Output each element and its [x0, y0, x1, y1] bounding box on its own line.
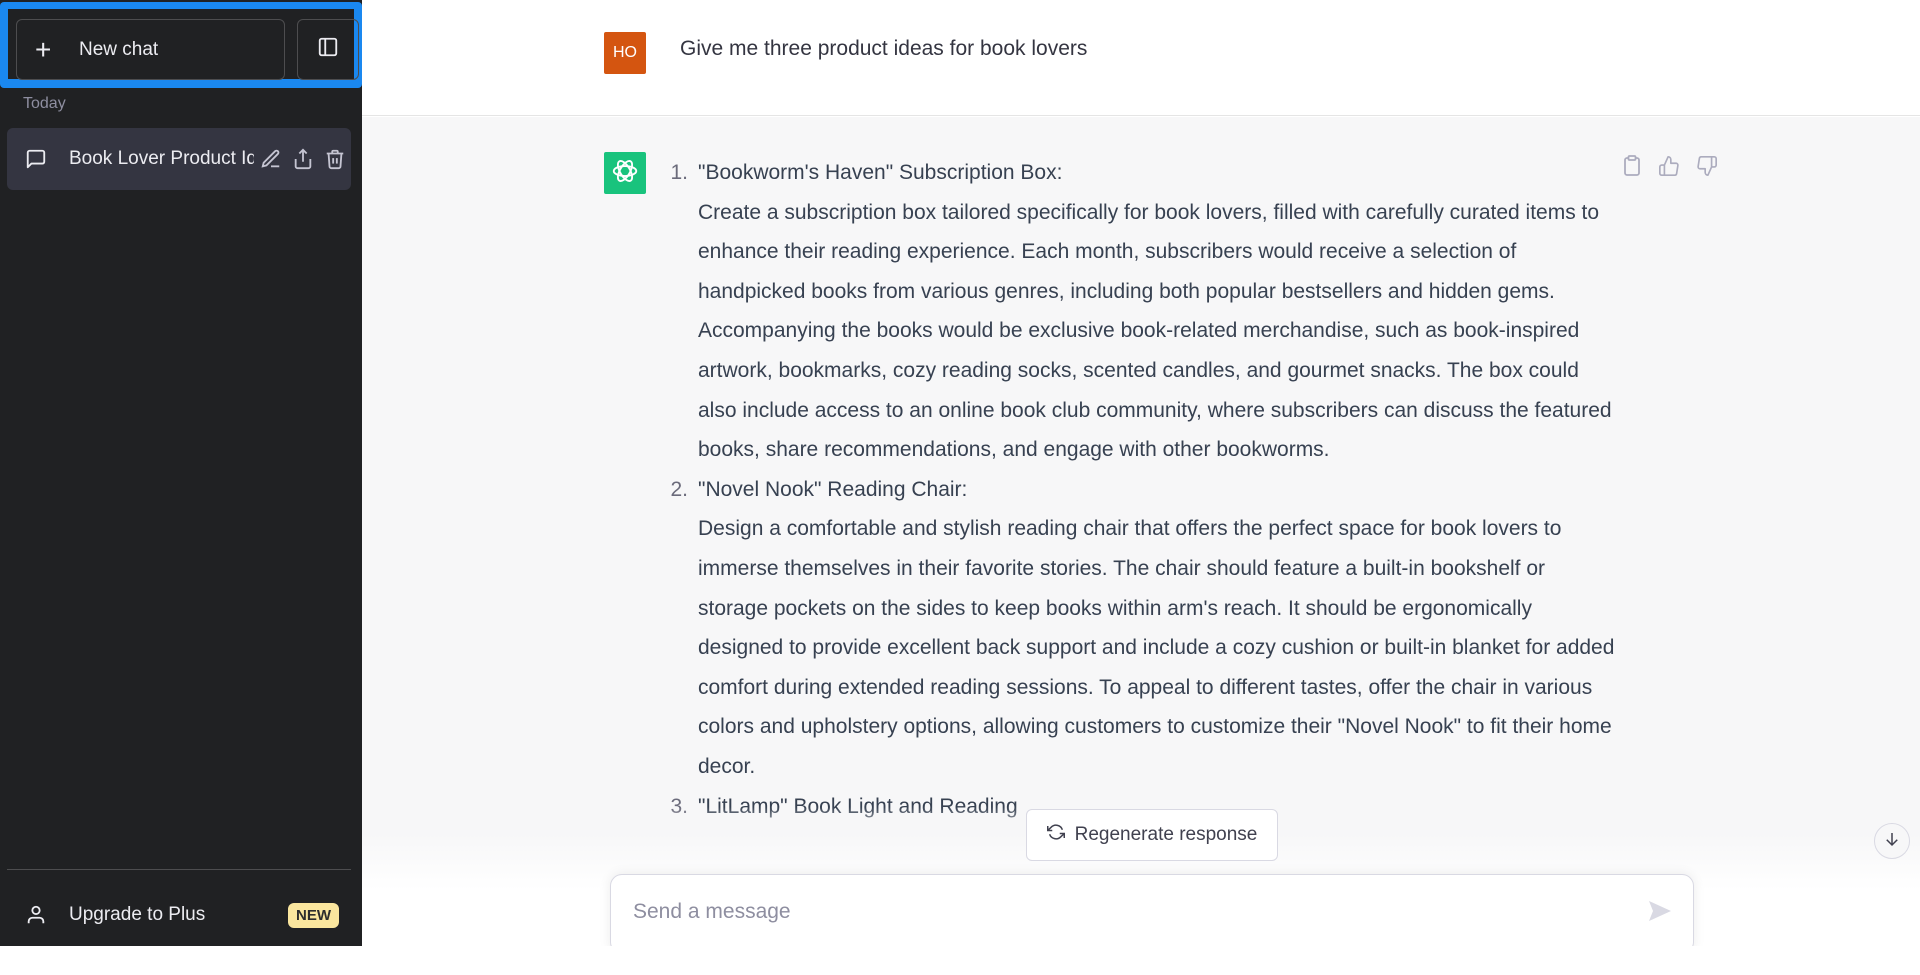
message-composer — [610, 874, 1694, 954]
plus-icon: + — [35, 36, 59, 64]
upgrade-label: Upgrade to Plus — [69, 904, 205, 926]
upgrade-to-plus-button[interactable]: Upgrade to Plus NEW — [7, 890, 351, 940]
item-title: "Bookworm's Haven" Subscription Box: — [698, 153, 1618, 193]
thumbs-down-icon[interactable] — [1696, 155, 1718, 177]
sidebar-divider — [7, 869, 351, 870]
conversation-pane: HO Give me three product ideas for book … — [362, 0, 1920, 946]
page-bottom-area — [0, 946, 1920, 975]
user-icon — [25, 904, 49, 926]
openai-logo-icon — [610, 156, 640, 191]
sidebar-toggle-icon — [317, 36, 339, 63]
assistant-avatar — [604, 152, 646, 194]
item-text: Design a comfortable and stylish reading… — [698, 509, 1618, 786]
sidebar-top-bar: + New chat — [8, 9, 354, 79]
message-actions — [1622, 155, 1718, 177]
sidebar: + New chat Today Book Lover Product Idea… — [0, 0, 362, 946]
scroll-to-bottom-button[interactable] — [1874, 823, 1910, 859]
new-chat-label: New chat — [79, 39, 158, 61]
trash-icon[interactable] — [324, 148, 346, 170]
chat-bubble-icon — [25, 148, 49, 170]
send-icon — [1647, 899, 1673, 923]
history-item-title: Book Lover Product Ideas — [69, 148, 254, 170]
user-message-row: HO Give me three product ideas for book … — [362, 0, 1920, 116]
message-input[interactable] — [633, 897, 1593, 927]
history-section-today: Today — [23, 95, 66, 113]
copy-icon[interactable] — [1622, 155, 1642, 177]
regenerate-label: Regenerate response — [1075, 824, 1258, 846]
pencil-icon[interactable] — [260, 148, 282, 170]
item-number: 1. — [662, 153, 688, 470]
share-icon[interactable] — [292, 148, 314, 170]
chat-app: + New chat Today Book Lover Product Idea… — [0, 0, 1920, 946]
new-chat-button[interactable]: + New chat — [16, 19, 285, 80]
regenerate-response-button[interactable]: Regenerate response — [1026, 809, 1278, 861]
item-title: "Novel Nook" Reading Chair: — [698, 470, 1618, 510]
item-text: Create a subscription box tailored speci… — [698, 193, 1618, 470]
new-badge: NEW — [288, 903, 339, 928]
assistant-message-text: 1. "Bookworm's Haven" Subscription Box: … — [662, 153, 1672, 826]
history-item[interactable]: Book Lover Product Ideas — [7, 128, 351, 190]
toggle-sidebar-button[interactable] — [297, 19, 359, 80]
refresh-icon — [1047, 823, 1065, 847]
user-avatar: HO — [604, 32, 646, 74]
item-number: 2. — [662, 470, 688, 787]
history-item-actions — [260, 148, 346, 170]
thumbs-up-icon[interactable] — [1658, 155, 1680, 177]
user-message-text: Give me three product ideas for book lov… — [680, 37, 1087, 61]
arrow-down-icon — [1883, 830, 1901, 853]
send-button[interactable] — [1647, 899, 1673, 923]
answer-item: 1. "Bookworm's Haven" Subscription Box: … — [662, 153, 1672, 470]
answer-item: 2. "Novel Nook" Reading Chair: Design a … — [662, 470, 1672, 787]
